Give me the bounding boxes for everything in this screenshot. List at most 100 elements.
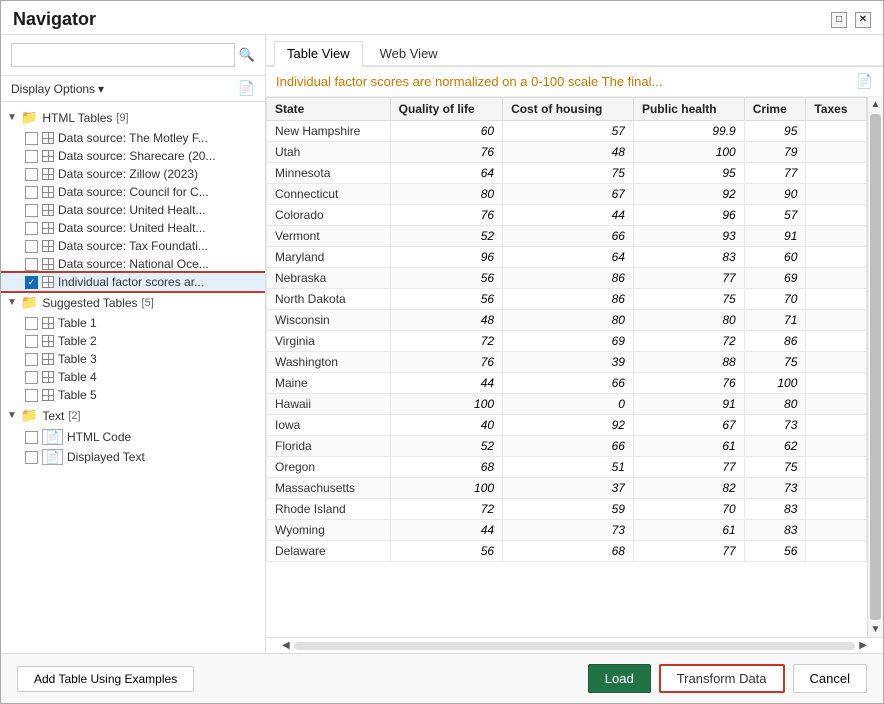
table-row[interactable]: North Dakota56867570 bbox=[267, 289, 867, 310]
checkbox[interactable] bbox=[25, 317, 38, 330]
list-item[interactable]: Data source: The Motley F... bbox=[1, 129, 265, 147]
item-label: Data source: United Healt... bbox=[58, 203, 205, 217]
table-cell: 44 bbox=[390, 373, 502, 394]
table-row[interactable]: Hawaii10009180 bbox=[267, 394, 867, 415]
checkbox[interactable] bbox=[25, 132, 38, 145]
tab-table-view[interactable]: Table View bbox=[274, 41, 363, 67]
table-cell: 57 bbox=[744, 205, 806, 226]
checkbox[interactable] bbox=[25, 150, 38, 163]
checkbox[interactable] bbox=[25, 240, 38, 253]
scroll-track[interactable] bbox=[294, 642, 856, 650]
window-controls: □ ✕ bbox=[831, 12, 871, 28]
data-table-wrap[interactable]: State Quality of life Cost of housing Pu… bbox=[266, 97, 867, 637]
table-cell: 100 bbox=[390, 478, 502, 499]
scroll-left-arrow[interactable]: ◀ bbox=[282, 640, 290, 651]
individual-factor-scores-item[interactable]: ✓ Individual factor scores ar... bbox=[1, 273, 265, 291]
checkbox[interactable] bbox=[25, 451, 38, 464]
table-row[interactable]: Oregon68517775 bbox=[267, 457, 867, 478]
export-icon[interactable]: 📄 bbox=[238, 80, 255, 97]
table-cell: 80 bbox=[744, 394, 806, 415]
table-cell: North Dakota bbox=[267, 289, 391, 310]
table-row[interactable]: Colorado76449657 bbox=[267, 205, 867, 226]
table-cell: 44 bbox=[390, 520, 502, 541]
tree-area[interactable]: ▼ 📁 HTML Tables [9] Data source: The Mot… bbox=[1, 102, 265, 653]
list-item[interactable]: 📄 Displayed Text bbox=[1, 447, 265, 467]
table-row[interactable]: Wyoming44736183 bbox=[267, 520, 867, 541]
table-row[interactable]: Virginia72697286 bbox=[267, 331, 867, 352]
scroll-right-arrow[interactable]: ▶ bbox=[859, 640, 867, 651]
horizontal-scrollbar[interactable]: ◀ ▶ bbox=[266, 637, 883, 653]
transform-data-button[interactable]: Transform Data bbox=[659, 664, 785, 693]
list-item[interactable]: Table 2 bbox=[1, 332, 265, 350]
checkbox[interactable] bbox=[25, 222, 38, 235]
list-item[interactable]: Table 4 bbox=[1, 368, 265, 386]
minimize-button[interactable]: □ bbox=[831, 12, 847, 28]
checkbox[interactable] bbox=[25, 389, 38, 402]
checkbox[interactable] bbox=[25, 335, 38, 348]
close-button[interactable]: ✕ bbox=[855, 12, 871, 28]
table-cell: Minnesota bbox=[267, 163, 391, 184]
load-button[interactable]: Load bbox=[588, 664, 651, 693]
table-cell: 75 bbox=[744, 457, 806, 478]
list-item[interactable]: Data source: Tax Foundati... bbox=[1, 237, 265, 255]
table-row[interactable]: Minnesota64759577 bbox=[267, 163, 867, 184]
table-row[interactable]: Massachusetts100378273 bbox=[267, 478, 867, 499]
table-row[interactable]: New Hampshire605799.995 bbox=[267, 121, 867, 142]
checkbox[interactable] bbox=[25, 186, 38, 199]
checkbox[interactable] bbox=[25, 204, 38, 217]
table-row[interactable]: Maryland96648360 bbox=[267, 247, 867, 268]
list-item[interactable]: Data source: United Healt... bbox=[1, 201, 265, 219]
suggested-tables-section[interactable]: ▼ 📁 Suggested Tables [5] bbox=[1, 291, 265, 314]
html-tables-section[interactable]: ▼ 📁 HTML Tables [9] bbox=[1, 106, 265, 129]
display-options-button[interactable]: Display Options ▾ bbox=[11, 82, 104, 96]
scroll-up-arrow[interactable]: ▲ bbox=[868, 97, 883, 112]
list-item[interactable]: Data source: United Healt... bbox=[1, 219, 265, 237]
table-row[interactable]: Utah764810079 bbox=[267, 142, 867, 163]
add-table-button[interactable]: Add Table Using Examples bbox=[17, 666, 194, 692]
checkbox[interactable] bbox=[25, 258, 38, 271]
table-cell: 39 bbox=[503, 352, 634, 373]
list-item[interactable]: Data source: National Oce... bbox=[1, 255, 265, 273]
table-row[interactable]: Nebraska56867769 bbox=[267, 268, 867, 289]
table-cell: 44 bbox=[503, 205, 634, 226]
checkbox[interactable] bbox=[25, 371, 38, 384]
table-row[interactable]: Rhode Island72597083 bbox=[267, 499, 867, 520]
table-row[interactable]: Iowa40926773 bbox=[267, 415, 867, 436]
vertical-scrollbar[interactable]: ▲ ▼ bbox=[867, 97, 883, 637]
checkbox[interactable] bbox=[25, 168, 38, 181]
tab-web-view[interactable]: Web View bbox=[367, 41, 451, 65]
cancel-button[interactable]: Cancel bbox=[793, 664, 867, 693]
list-item[interactable]: Table 1 bbox=[1, 314, 265, 332]
checkbox[interactable] bbox=[25, 353, 38, 366]
list-item[interactable]: Data source: Council for C... bbox=[1, 183, 265, 201]
item-label: HTML Code bbox=[67, 430, 131, 444]
table-row[interactable]: Wisconsin48808071 bbox=[267, 310, 867, 331]
item-label: Data source: National Oce... bbox=[58, 257, 209, 271]
page-icon[interactable]: 📄 bbox=[856, 73, 873, 90]
table-row[interactable]: Maine446676100 bbox=[267, 373, 867, 394]
table-row[interactable]: Delaware56687756 bbox=[267, 541, 867, 562]
text-section[interactable]: ▼ 📁 Text [2] bbox=[1, 404, 265, 427]
list-item[interactable]: Table 5 bbox=[1, 386, 265, 404]
search-input[interactable] bbox=[11, 43, 235, 67]
list-item[interactable]: 📄 HTML Code bbox=[1, 427, 265, 447]
checkbox-checked[interactable]: ✓ bbox=[25, 276, 38, 289]
checkbox[interactable] bbox=[25, 431, 38, 444]
list-item[interactable]: Data source: Sharecare (20... bbox=[1, 147, 265, 165]
info-bar: Individual factor scores are normalized … bbox=[266, 67, 883, 97]
list-item[interactable]: Table 3 bbox=[1, 350, 265, 368]
table-cell: 76 bbox=[390, 205, 502, 226]
data-table: State Quality of life Cost of housing Pu… bbox=[266, 97, 867, 562]
table-cell: 64 bbox=[503, 247, 634, 268]
table-row[interactable]: Washington76398875 bbox=[267, 352, 867, 373]
table-cell: 73 bbox=[503, 520, 634, 541]
scroll-down-arrow[interactable]: ▼ bbox=[868, 622, 883, 637]
table-row[interactable]: Connecticut80679290 bbox=[267, 184, 867, 205]
table-cell: 60 bbox=[744, 247, 806, 268]
table-row[interactable]: Florida52666162 bbox=[267, 436, 867, 457]
list-item[interactable]: Data source: Zillow (2023) bbox=[1, 165, 265, 183]
col-state: State bbox=[267, 98, 391, 121]
table-cell: Washington bbox=[267, 352, 391, 373]
table-row[interactable]: Vermont52669391 bbox=[267, 226, 867, 247]
table-cell bbox=[806, 226, 867, 247]
